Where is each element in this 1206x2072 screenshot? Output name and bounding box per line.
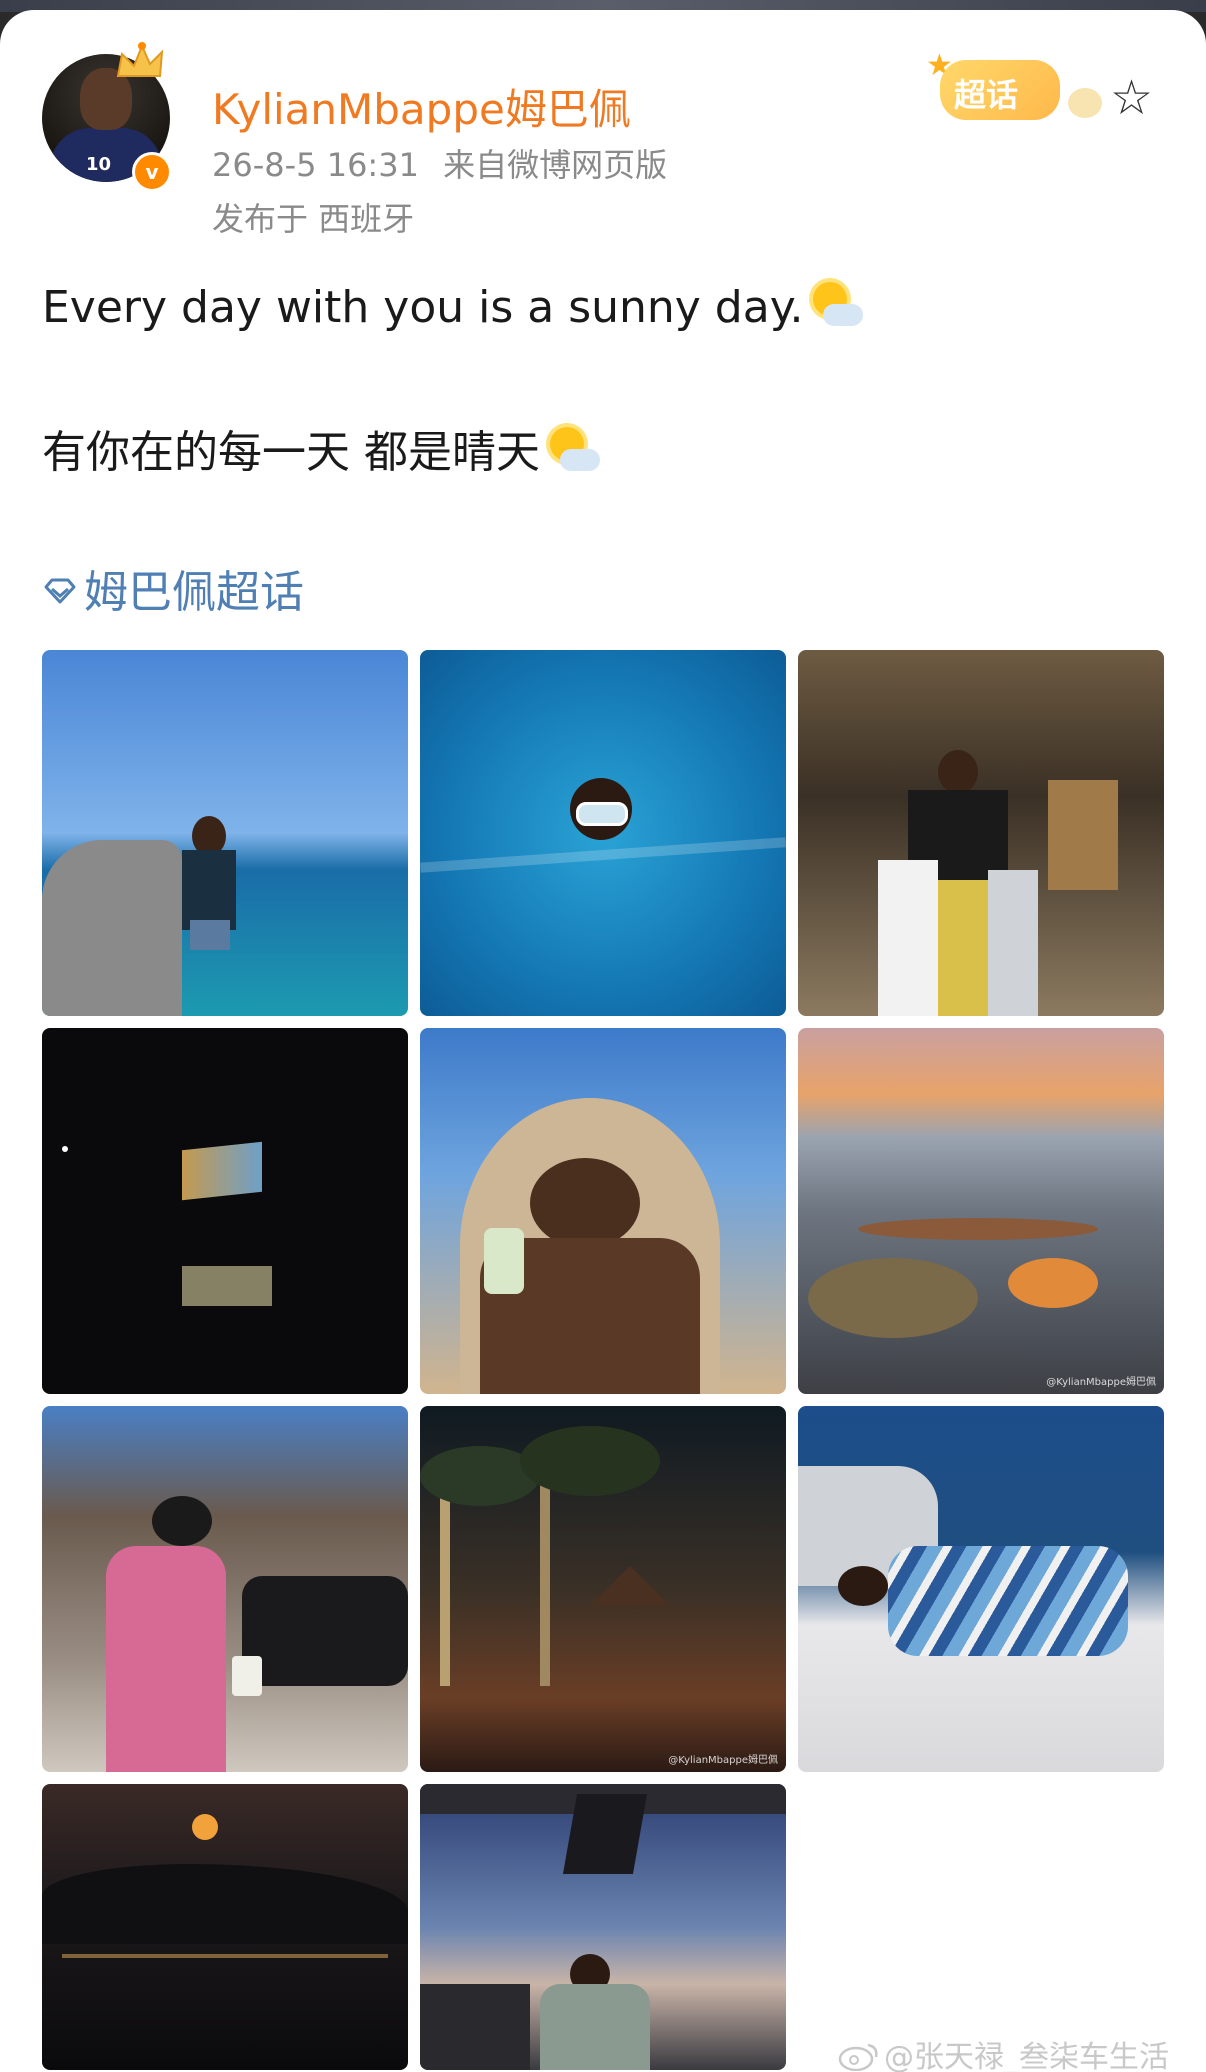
photo-shop-dresses[interactable] bbox=[798, 650, 1164, 1016]
post-text-en: Every day with you is a sunny day. bbox=[42, 278, 864, 333]
post-text-zh-content: 有你在的每一天 都是晴天 bbox=[42, 427, 540, 478]
photo-towel-phone[interactable] bbox=[420, 1028, 786, 1394]
star-icon[interactable]: ☆ bbox=[1110, 74, 1153, 122]
photo-snorkeling[interactable] bbox=[420, 650, 786, 1016]
weibo-post-card: 10 v KylianMbappe姆巴佩 26-8-5 16:31 来自微博网页… bbox=[0, 10, 1206, 2072]
photo-boat-dusk[interactable] bbox=[420, 1784, 786, 2070]
photo-watermark: @KylianMbappe姆巴佩 bbox=[1046, 1377, 1156, 1388]
post-text-zh: 有你在的每一天 都是晴天 bbox=[42, 416, 600, 480]
coin-icon bbox=[1068, 88, 1102, 118]
photo-moon[interactable] bbox=[42, 1784, 408, 2070]
avatar-jersey-number: 10 bbox=[86, 154, 112, 175]
weibo-logo-icon bbox=[838, 2043, 878, 2071]
post-source: 来自微博网页版 bbox=[443, 146, 668, 184]
photo-sunset-dinner[interactable]: @KylianMbappe姆巴佩 bbox=[798, 1028, 1164, 1394]
supertopic-badge[interactable]: ★ 超话 bbox=[926, 48, 1062, 132]
sun-behind-cloud-icon bbox=[809, 278, 864, 332]
photo-night-screen[interactable] bbox=[42, 1028, 408, 1394]
photo-street[interactable] bbox=[42, 1406, 408, 1772]
post-text-en-content: Every day with you is a sunny day. bbox=[42, 282, 804, 333]
supertopic-label: 超话 bbox=[954, 76, 1019, 114]
footer-watermark: @张天禄_叁柒车生活 bbox=[838, 2032, 1169, 2072]
topic-tag[interactable]: 姆巴佩超话 bbox=[42, 556, 304, 620]
avatar-crown-icon bbox=[116, 42, 164, 77]
diamond-icon bbox=[44, 578, 76, 604]
photo-boat-sea[interactable] bbox=[42, 650, 408, 1016]
post-location: 发布于 西班牙 bbox=[212, 200, 415, 238]
footer-watermark-text: @张天禄_叁柒车生活 bbox=[884, 2040, 1169, 2072]
verified-badge-icon: v bbox=[132, 152, 172, 192]
post-meta: 26-8-5 16:31 来自微博网页版 bbox=[212, 140, 667, 186]
sun-behind-cloud-icon bbox=[546, 423, 600, 477]
photo-yacht-lying[interactable] bbox=[798, 1406, 1164, 1772]
topic-tag-label: 姆巴佩超话 bbox=[84, 567, 304, 618]
photo-grid: @KylianMbappe姆巴佩 @KylianMbappe姆巴佩 bbox=[42, 650, 1164, 2070]
post-timestamp: 26-8-5 16:31 bbox=[212, 146, 419, 184]
username[interactable]: KylianMbappe姆巴佩 bbox=[212, 76, 631, 137]
photo-watermark: @KylianMbappe姆巴佩 bbox=[668, 1755, 778, 1766]
photo-palm-night[interactable]: @KylianMbappe姆巴佩 bbox=[420, 1406, 786, 1772]
